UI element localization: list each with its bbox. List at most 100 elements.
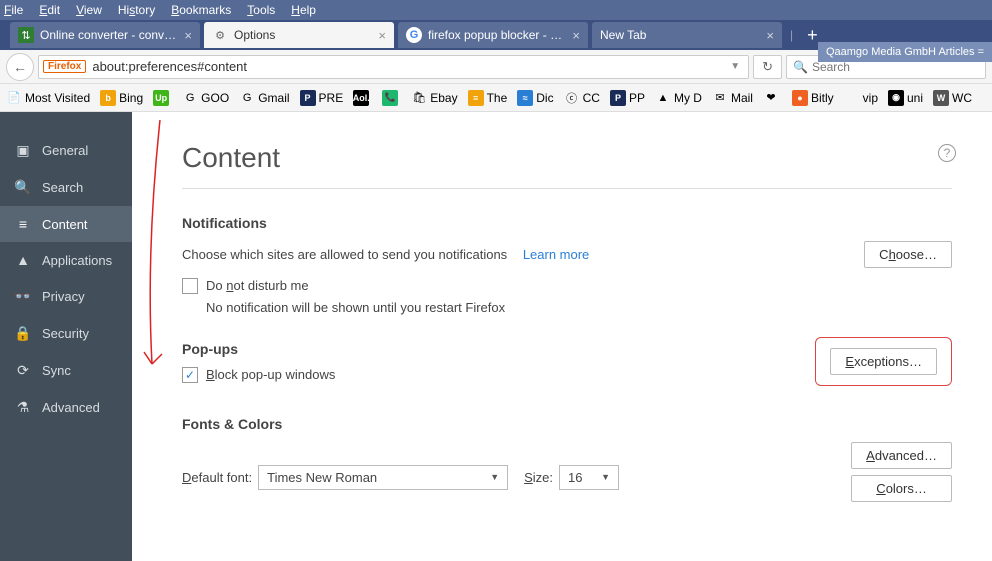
tab-close-icon[interactable]: × — [184, 28, 192, 43]
default-font-label: Default font: — [182, 470, 252, 485]
sidebar-item-security[interactable]: 🔒Security — [0, 315, 132, 352]
url-bar[interactable]: Firefox about:preferences#content ▼ — [38, 55, 749, 79]
bookmark-item[interactable]: Up — [153, 90, 172, 106]
bookmark-item[interactable]: ≡The — [468, 90, 508, 106]
tab-bar: ⇅ Online converter - convert … × ⚙ Optio… — [0, 20, 992, 50]
bookmark-item[interactable]: ✉Mail — [712, 90, 753, 106]
bookmark-label: The — [487, 91, 508, 105]
bookmark-icon: Aol. — [353, 90, 369, 106]
font-size-select[interactable]: 16▼ — [559, 465, 619, 490]
tab-close-icon[interactable]: × — [572, 28, 580, 43]
sidebar-icon: 👓 — [14, 288, 32, 305]
menu-history[interactable]: History — [118, 3, 155, 17]
bookmark-item[interactable]: vip — [844, 90, 878, 106]
sidebar-icon: ⟳ — [14, 362, 32, 379]
sidebar-label: Advanced — [42, 400, 100, 415]
bookmark-item[interactable]: bBing — [100, 90, 143, 106]
bookmark-item[interactable]: GGmail — [239, 90, 289, 106]
sidebar-item-advanced[interactable]: ⚗Advanced — [0, 389, 132, 426]
bookmark-label: PP — [629, 91, 645, 105]
url-text: about:preferences#content — [92, 59, 726, 74]
bookmark-label: uni — [907, 91, 923, 105]
sidebar-item-sync[interactable]: ⟳ Sync — [0, 352, 132, 389]
bookmark-item[interactable]: WWC — [933, 90, 972, 106]
tab-divider: | — [790, 28, 793, 42]
bookmark-icon: b — [100, 90, 116, 106]
notification-toast[interactable]: Qaamgo Media GmbH Articles = — [818, 42, 992, 62]
sidebar-label: Sync — [42, 363, 71, 378]
tab-close-icon[interactable]: × — [378, 28, 386, 43]
bookmark-item[interactable]: 🛍Ebay — [411, 90, 457, 106]
bookmark-item[interactable]: ❤ — [763, 90, 782, 106]
menu-bar: File Edit View History Bookmarks Tools H… — [0, 0, 992, 20]
bookmark-icon: W — [933, 90, 949, 106]
tab-new-tab[interactable]: New Tab × — [592, 22, 782, 48]
bookmark-label: Gmail — [258, 91, 289, 105]
google-icon: G — [406, 27, 422, 43]
help-icon[interactable]: ? — [938, 144, 956, 162]
advanced-fonts-button[interactable]: Advanced… — [851, 442, 952, 469]
default-font-select[interactable]: Times New Roman▼ — [258, 465, 508, 490]
bookmark-item[interactable]: PPRE — [300, 90, 344, 106]
back-button[interactable]: ← — [6, 53, 34, 81]
sidebar-item-content[interactable]: ≡Content — [0, 206, 132, 242]
tab-options[interactable]: ⚙ Options × — [204, 22, 394, 48]
gear-icon: ⚙ — [212, 27, 228, 43]
learn-more-link[interactable]: Learn more — [523, 247, 589, 262]
choose-button[interactable]: Choose… — [864, 241, 952, 268]
tab-google-search[interactable]: G firefox popup blocker - Goo… × — [398, 22, 588, 48]
bookmark-item[interactable]: ●Bitly — [792, 90, 834, 106]
bookmark-item[interactable]: 📞 — [382, 90, 401, 106]
size-label: Size: — [524, 470, 553, 485]
sidebar-item-privacy[interactable]: 👓 Privacy — [0, 278, 132, 315]
chevron-down-icon: ▼ — [601, 472, 610, 482]
bookmark-item[interactable]: PPP — [610, 90, 645, 106]
chevron-down-icon: ▼ — [490, 472, 499, 482]
bookmark-icon: P — [300, 90, 316, 106]
sidebar-label: Privacy — [42, 289, 85, 304]
bookmark-label: Dic — [536, 91, 553, 105]
bookmark-item[interactable]: GGOO — [182, 90, 229, 106]
tab-label: Options — [234, 28, 370, 42]
reload-button[interactable]: ↻ — [753, 55, 782, 79]
block-popups-checkbox[interactable]: ✓ — [182, 367, 198, 383]
bookmark-item[interactable]: 📄Most Visited — [6, 90, 90, 106]
menu-file[interactable]: File — [4, 3, 23, 17]
fonts-heading: Fonts & Colors — [182, 416, 952, 432]
bookmark-item[interactable]: ≈Dic — [517, 90, 553, 106]
bookmark-label: GOO — [201, 91, 229, 105]
menu-edit[interactable]: Edit — [39, 3, 60, 17]
bookmark-icon: 📞 — [382, 90, 398, 106]
tab-favicon: ⇅ — [18, 27, 34, 43]
bookmark-item[interactable]: ◉uni — [888, 90, 923, 106]
sidebar-icon: ▣ — [14, 142, 32, 159]
sidebar-label: General — [42, 143, 88, 158]
bookmark-icon: ▲ — [655, 90, 671, 106]
bookmark-item[interactable]: ▲My D — [655, 90, 702, 106]
bookmark-icon: P — [610, 90, 626, 106]
main-area: ▣ General 🔍Search≡Content▲Applications 👓 Pri… — [0, 112, 992, 561]
menu-view[interactable]: View — [76, 3, 102, 17]
tab-close-icon[interactable]: × — [766, 28, 774, 43]
bookmark-item[interactable]: ⓒCC — [564, 90, 600, 106]
sidebar-icon: ≡ — [14, 216, 32, 232]
bookmark-icon: ◉ — [888, 90, 904, 106]
dnd-checkbox[interactable] — [182, 278, 198, 294]
notifications-heading: Notifications — [182, 215, 952, 231]
sidebar-icon: ▲ — [14, 252, 32, 268]
dnd-sublabel: No notification will be shown until you … — [206, 300, 952, 315]
menu-help[interactable]: Help — [291, 3, 316, 17]
sidebar-item-applications[interactable]: ▲Applications — [0, 242, 132, 278]
tab-online-converter[interactable]: ⇅ Online converter - convert … × — [10, 22, 200, 48]
tab-label: New Tab — [600, 28, 758, 42]
block-popups-label: Block pop-up windows — [206, 367, 335, 382]
menu-bookmarks[interactable]: Bookmarks — [171, 3, 231, 17]
exceptions-button[interactable]: Exceptions… — [830, 348, 937, 375]
sidebar-item-general[interactable]: ▣ General — [0, 132, 132, 169]
url-dropdown-icon[interactable]: ▼ — [726, 61, 744, 72]
sidebar-item-search[interactable]: 🔍Search — [0, 169, 132, 206]
bookmark-icon: 🛍 — [411, 90, 427, 106]
menu-tools[interactable]: Tools — [247, 3, 275, 17]
colors-button[interactable]: Colors… — [851, 475, 952, 502]
bookmark-item[interactable]: Aol. — [353, 90, 372, 106]
